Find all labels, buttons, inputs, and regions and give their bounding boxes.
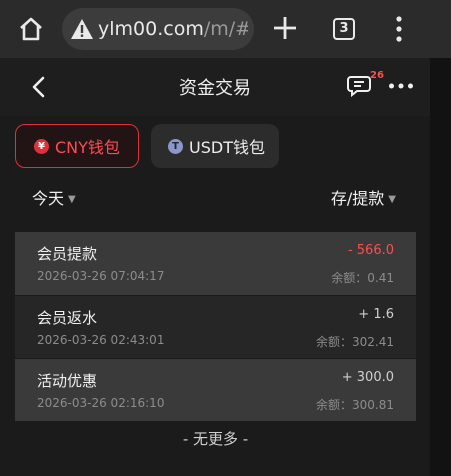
message-icon[interactable] xyxy=(347,75,371,97)
wallet-label: CNY钱包 xyxy=(55,138,120,157)
transaction-row[interactable]: 会员提款 2026-03-26 07:04:17 - 566.0 余额：0.41 xyxy=(15,232,416,295)
date-filter-label: 今天 xyxy=(32,189,65,208)
transaction-title: 活动优惠 xyxy=(37,372,98,390)
wallet-tab-cny[interactable]: ¥ CNY钱包 xyxy=(15,124,139,168)
transaction-balance: 余额：302.41 xyxy=(316,335,394,349)
page-edge xyxy=(430,58,451,476)
transaction-title: 会员提款 xyxy=(37,245,98,263)
tether-coin-icon: T xyxy=(168,138,183,154)
plus-icon[interactable] xyxy=(272,15,298,41)
tab-count: 3 xyxy=(339,21,349,36)
main-content: ¥ CNY钱包 T USDT钱包 今天 ▼ 存/提款 ▼ 会员提款 2026-03-… xyxy=(0,116,430,476)
url-text: ylm00.com/m/#/r xyxy=(98,18,248,40)
transaction-balance: 余额：0.41 xyxy=(331,271,394,285)
transaction-list: 会员提款 2026-03-26 07:04:17 - 566.0 余额：0.41… xyxy=(15,232,416,421)
yuan-coin-icon: ¥ xyxy=(34,138,49,154)
wallet-label: USDT钱包 xyxy=(189,138,265,157)
date-filter[interactable]: 今天 ▼ xyxy=(32,185,76,209)
transaction-time: 2026-03-26 02:16:10 xyxy=(37,396,165,410)
url-domain: ylm00.com xyxy=(98,18,204,40)
more-horiz-icon[interactable] xyxy=(388,82,414,90)
wallet-tab-usdt[interactable]: T USDT钱包 xyxy=(151,124,279,168)
caret-down-icon: ▼ xyxy=(68,194,76,205)
tabs-icon[interactable]: 3 xyxy=(333,18,355,40)
more-vert-icon[interactable] xyxy=(392,15,406,43)
home-icon[interactable] xyxy=(18,17,44,41)
warning-icon[interactable] xyxy=(70,18,94,40)
transaction-row[interactable]: 活动优惠 2026-03-26 02:16:10 + 300.0 余额：300.… xyxy=(15,358,416,421)
type-filter[interactable]: 存/提款 ▼ xyxy=(331,185,396,209)
transaction-title: 会员返水 xyxy=(37,309,98,327)
caret-down-icon: ▼ xyxy=(388,194,396,205)
transaction-time: 2026-03-26 02:43:01 xyxy=(37,333,165,347)
transaction-amount: + 1.6 xyxy=(358,307,394,322)
app-header: 资金交易 26 xyxy=(0,58,430,116)
address-bar[interactable]: ylm00.com/m/#/r xyxy=(62,8,254,50)
type-filter-label: 存/提款 xyxy=(330,189,385,208)
transaction-row[interactable]: 会员返水 2026-03-26 02:43:01 + 1.6 余额：302.41 xyxy=(15,295,416,358)
browser-toolbar: ylm00.com/m/#/r 3 xyxy=(0,0,451,58)
transaction-balance: 余额：300.81 xyxy=(316,398,394,412)
transaction-amount: - 566.0 xyxy=(347,243,394,258)
transaction-amount: + 300.0 xyxy=(341,370,394,385)
no-more-text: - 无更多 - xyxy=(15,424,416,454)
transaction-time: 2026-03-26 07:04:17 xyxy=(37,269,165,283)
message-badge: 26 xyxy=(370,70,384,81)
url-path: /m/#/r xyxy=(203,18,248,40)
